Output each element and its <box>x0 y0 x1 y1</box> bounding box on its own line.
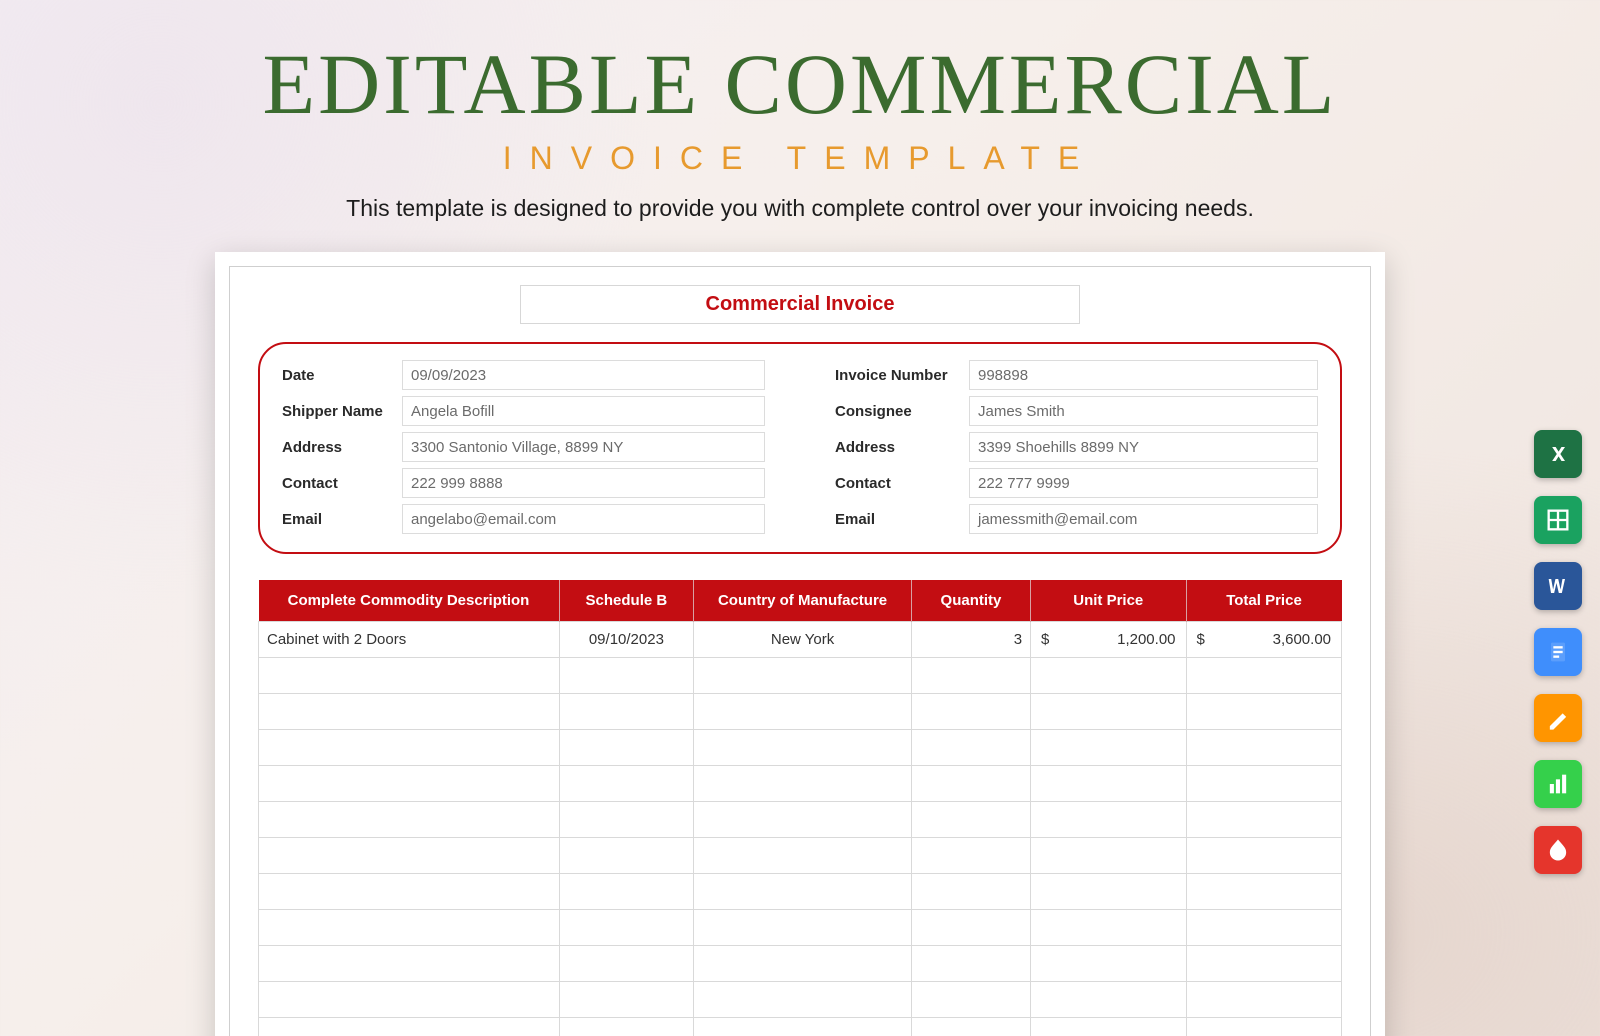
label-shipper-email: Email <box>282 511 402 528</box>
input-consignee-email[interactable]: jamessmith@email.com <box>969 504 1318 534</box>
hero: EDITABLE COMMERCIAL INVOICE TEMPLATE Thi… <box>0 0 1600 222</box>
table-row[interactable] <box>259 694 1342 730</box>
input-invoice-number[interactable]: 998898 <box>969 360 1318 390</box>
input-consignee[interactable]: James Smith <box>969 396 1318 426</box>
input-shipper-address[interactable]: 3300 Santonio Village, 8899 NY <box>402 432 765 462</box>
shipper-column: Date 09/09/2023 Shipper Name Angela Bofi… <box>282 360 765 534</box>
cell-quantity[interactable]: 3 <box>911 622 1030 658</box>
table-row[interactable] <box>259 946 1342 982</box>
th-quantity: Quantity <box>911 580 1030 622</box>
input-date[interactable]: 09/09/2023 <box>402 360 765 390</box>
th-schedule: Schedule B <box>559 580 694 622</box>
table-row[interactable] <box>259 730 1342 766</box>
word-icon[interactable] <box>1534 562 1582 610</box>
th-description: Complete Commodity Description <box>259 580 560 622</box>
label-shipper-address: Address <box>282 439 402 456</box>
excel-icon[interactable] <box>1534 430 1582 478</box>
table-row[interactable] <box>259 838 1342 874</box>
table-row[interactable] <box>259 910 1342 946</box>
cell-country[interactable]: New York <box>694 622 912 658</box>
label-consignee-email: Email <box>835 511 969 528</box>
input-shipper-email[interactable]: angelabo@email.com <box>402 504 765 534</box>
input-consignee-contact[interactable]: 222 777 9999 <box>969 468 1318 498</box>
format-icon-rail <box>1534 430 1582 874</box>
pages-icon[interactable] <box>1534 694 1582 742</box>
label-consignee: Consignee <box>835 403 969 420</box>
hero-tagline: This template is designed to provide you… <box>0 195 1600 222</box>
th-unit-price: Unit Price <box>1031 580 1186 622</box>
document-inner: Commercial Invoice Date 09/09/2023 Shipp… <box>229 266 1371 1036</box>
hero-subtitle: INVOICE TEMPLATE <box>0 140 1600 177</box>
line-items-table: Complete Commodity Description Schedule … <box>258 580 1342 1036</box>
input-shipper-name[interactable]: Angela Bofill <box>402 396 765 426</box>
invoice-title: Commercial Invoice <box>520 285 1080 324</box>
label-invoice-number: Invoice Number <box>835 367 969 384</box>
label-consignee-contact: Contact <box>835 475 969 492</box>
table-row[interactable] <box>259 982 1342 1018</box>
table-row[interactable]: Cabinet with 2 Doors09/10/2023New York3$… <box>259 622 1342 658</box>
cell-total-price[interactable]: $3,600.00 <box>1186 622 1342 658</box>
label-shipper-contact: Contact <box>282 475 402 492</box>
th-country: Country of Manufacture <box>694 580 912 622</box>
hero-title: EDITABLE COMMERCIAL <box>0 34 1600 134</box>
sheets-icon[interactable] <box>1534 496 1582 544</box>
table-row[interactable] <box>259 802 1342 838</box>
cell-unit-price[interactable]: $1,200.00 <box>1031 622 1186 658</box>
table-row[interactable] <box>259 874 1342 910</box>
input-shipper-contact[interactable]: 222 999 8888 <box>402 468 765 498</box>
cell-description[interactable]: Cabinet with 2 Doors <box>259 622 560 658</box>
th-total-price: Total Price <box>1186 580 1342 622</box>
input-consignee-address[interactable]: 3399 Shoehills 8899 NY <box>969 432 1318 462</box>
docs-icon[interactable] <box>1534 628 1582 676</box>
consignee-column: Invoice Number 998898 Consignee James Sm… <box>835 360 1318 534</box>
numbers-icon[interactable] <box>1534 760 1582 808</box>
label-date: Date <box>282 367 402 384</box>
document-card: Commercial Invoice Date 09/09/2023 Shipp… <box>215 252 1385 1036</box>
invoice-info-box: Date 09/09/2023 Shipper Name Angela Bofi… <box>258 342 1342 554</box>
table-header-row: Complete Commodity Description Schedule … <box>259 580 1342 622</box>
cell-schedule[interactable]: 09/10/2023 <box>559 622 694 658</box>
table-row[interactable] <box>259 1018 1342 1036</box>
table-row[interactable] <box>259 658 1342 694</box>
pdf-icon[interactable] <box>1534 826 1582 874</box>
table-row[interactable] <box>259 766 1342 802</box>
label-shipper-name: Shipper Name <box>282 403 402 420</box>
label-consignee-address: Address <box>835 439 969 456</box>
